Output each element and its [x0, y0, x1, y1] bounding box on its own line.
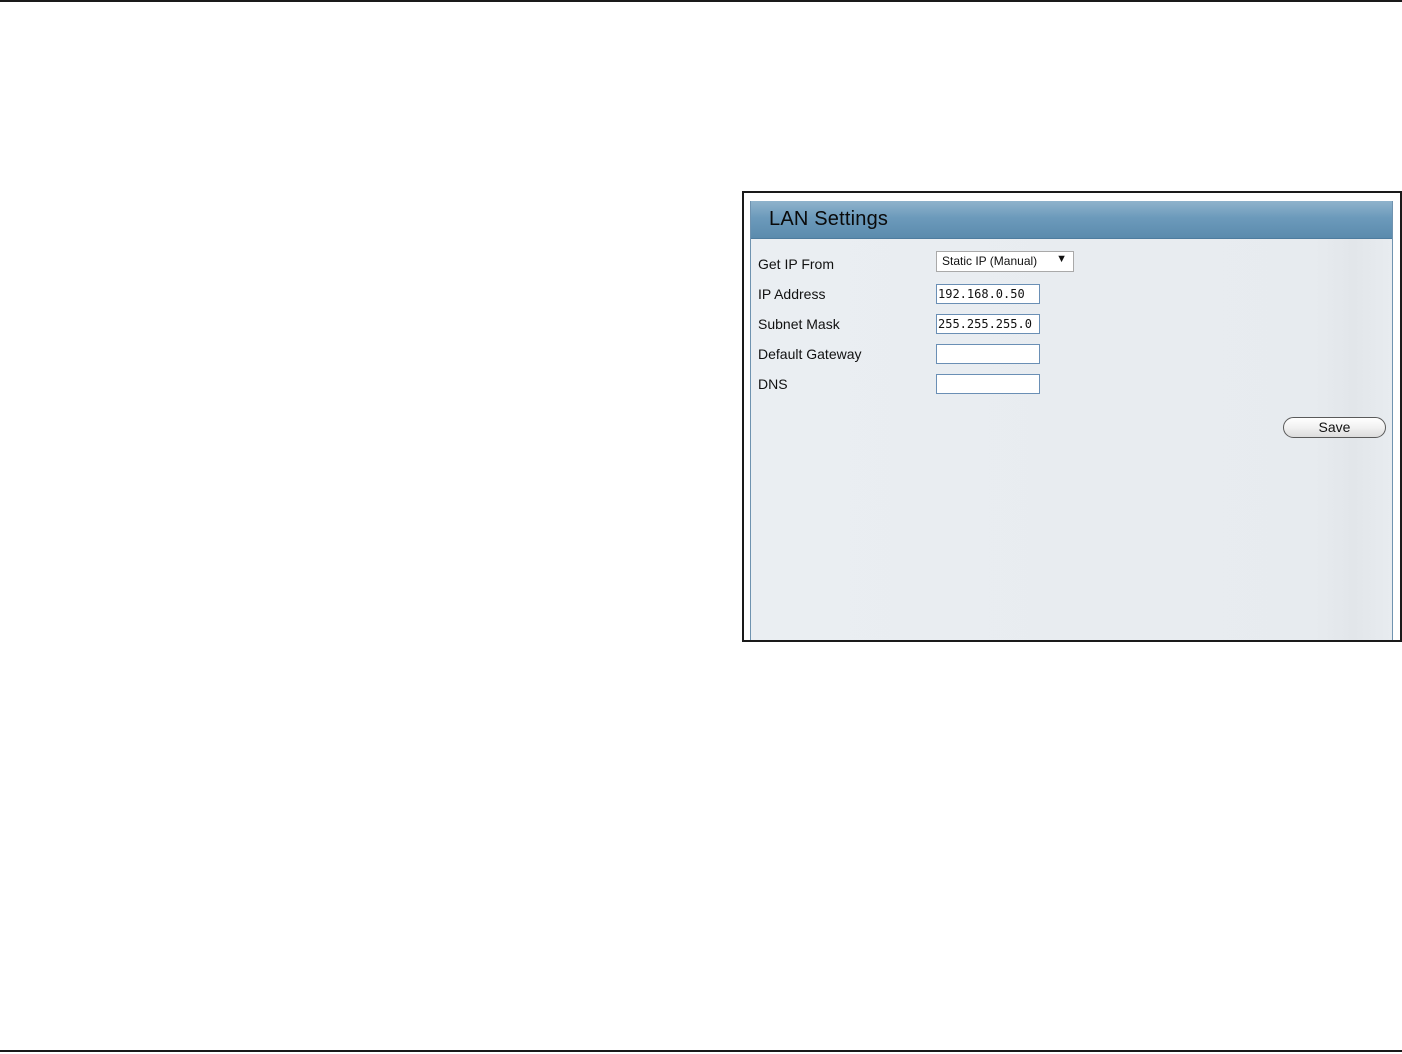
panel-title: LAN Settings — [769, 208, 889, 230]
top-rule — [0, 0, 1402, 2]
get-ip-from-label: Get IP From — [758, 256, 834, 272]
ip-address-input[interactable]: 192.168.0.50 — [936, 284, 1040, 304]
get-ip-from-selected-value: Static IP (Manual) — [942, 254, 1038, 268]
dns-label: DNS — [758, 376, 788, 392]
default-gateway-input[interactable] — [936, 344, 1040, 364]
bottom-rule — [0, 1050, 1402, 1052]
form-row-ip-address: IP Address 192.168.0.50 — [751, 282, 1392, 306]
chevron-down-icon: ▼ — [1056, 253, 1067, 265]
subnet-mask-label: Subnet Mask — [758, 316, 840, 332]
form-row-default-gateway: Default Gateway — [751, 342, 1392, 366]
form-row-subnet-mask: Subnet Mask 255.255.255.0 — [751, 312, 1392, 336]
save-button[interactable]: Save — [1283, 417, 1386, 438]
subnet-mask-input[interactable]: 255.255.255.0 — [936, 314, 1040, 334]
form-row-get-ip-from: Get IP From Static IP (Manual) ▼ — [751, 251, 1392, 276]
dns-input[interactable] — [936, 374, 1040, 394]
default-gateway-label: Default Gateway — [758, 346, 862, 362]
ip-address-label: IP Address — [758, 286, 826, 302]
lan-settings-panel: LAN Settings Get IP From Static IP (Manu… — [750, 201, 1393, 640]
screenshot-frame: LAN Settings Get IP From Static IP (Manu… — [742, 191, 1402, 642]
get-ip-from-select[interactable]: Static IP (Manual) ▼ — [936, 251, 1074, 272]
form-row-dns: DNS — [751, 372, 1392, 396]
panel-header: LAN Settings — [751, 201, 1392, 239]
